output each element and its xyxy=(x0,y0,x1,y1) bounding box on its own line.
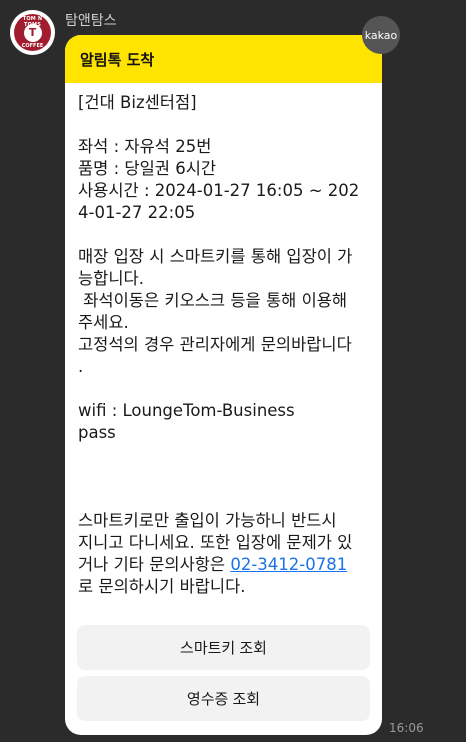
store-name: [건대 Biz센터점] xyxy=(78,93,197,112)
receipt-lookup-button[interactable]: 영수증 조회 xyxy=(77,676,370,721)
message-body: [건대 Biz센터점] 좌석 : 자유석 25번 품명 : 당일권 6시간 사용… xyxy=(78,92,374,598)
tomntoms-logo-icon: TOM N TOMS T COFFEE xyxy=(14,14,51,51)
notice-line-1: 매장 입장 시 스마트키를 통해 입장이 가 xyxy=(78,247,353,266)
notice-line-5: 고정석의 경우 관리자에게 문의바랍니다 xyxy=(78,335,352,354)
closing-line-1: 스마트키로만 출입이 가능하니 반드시 xyxy=(78,511,337,530)
notice-line-6: . xyxy=(78,357,84,376)
wifi-info: wifi : LoungeTom-Business xyxy=(78,401,295,420)
logo-text-top: TOM N TOMS xyxy=(22,16,43,28)
sender-avatar[interactable]: TOM N TOMS T COFFEE xyxy=(10,10,55,55)
closing-line-3-prefix: 거나 기타 문의사항은 xyxy=(78,555,231,574)
notice-line-2: 능합니다. xyxy=(78,269,144,288)
phone-link[interactable]: 02-3412-0781 xyxy=(230,555,347,574)
wifi-password: pass xyxy=(78,423,116,442)
alimtalk-message-bubble: 알림톡 도착 [건대 Biz센터점] 좌석 : 자유석 25번 품명 : 당일권… xyxy=(65,35,382,735)
closing-line-3: 거나 기타 문의사항은 02-3412-0781 xyxy=(78,554,374,576)
product-info: 품명 : 당일권 6시간 xyxy=(78,159,217,178)
logo-text-bottom: COFFEE xyxy=(21,43,44,49)
sender-name: 탐앤탐스 xyxy=(65,13,117,29)
kakao-badge: kakao xyxy=(362,16,400,54)
smartkey-lookup-button[interactable]: 스마트키 조회 xyxy=(77,625,370,670)
notice-line-4: 주세요. xyxy=(78,313,129,332)
closing-line-4: 로 문의하시기 바랍니다. xyxy=(78,577,246,596)
usage-time-line-2: 4-01-27 22:05 xyxy=(78,203,196,222)
seat-info: 좌석 : 자유석 25번 xyxy=(78,137,212,156)
message-header: 알림톡 도착 xyxy=(65,35,382,83)
header-title: 알림톡 도착 xyxy=(80,50,155,69)
usage-time-line-1: 사용시간 : 2024-01-27 16:05 ~ 202 xyxy=(78,181,360,200)
closing-line-2: 지니고 다니세요. 또한 입장에 문제가 있 xyxy=(78,533,353,552)
notice-line-3: 좌석이동은 키오스크 등을 통해 이용해 xyxy=(78,291,348,310)
message-timestamp: 16:06 xyxy=(389,721,424,735)
